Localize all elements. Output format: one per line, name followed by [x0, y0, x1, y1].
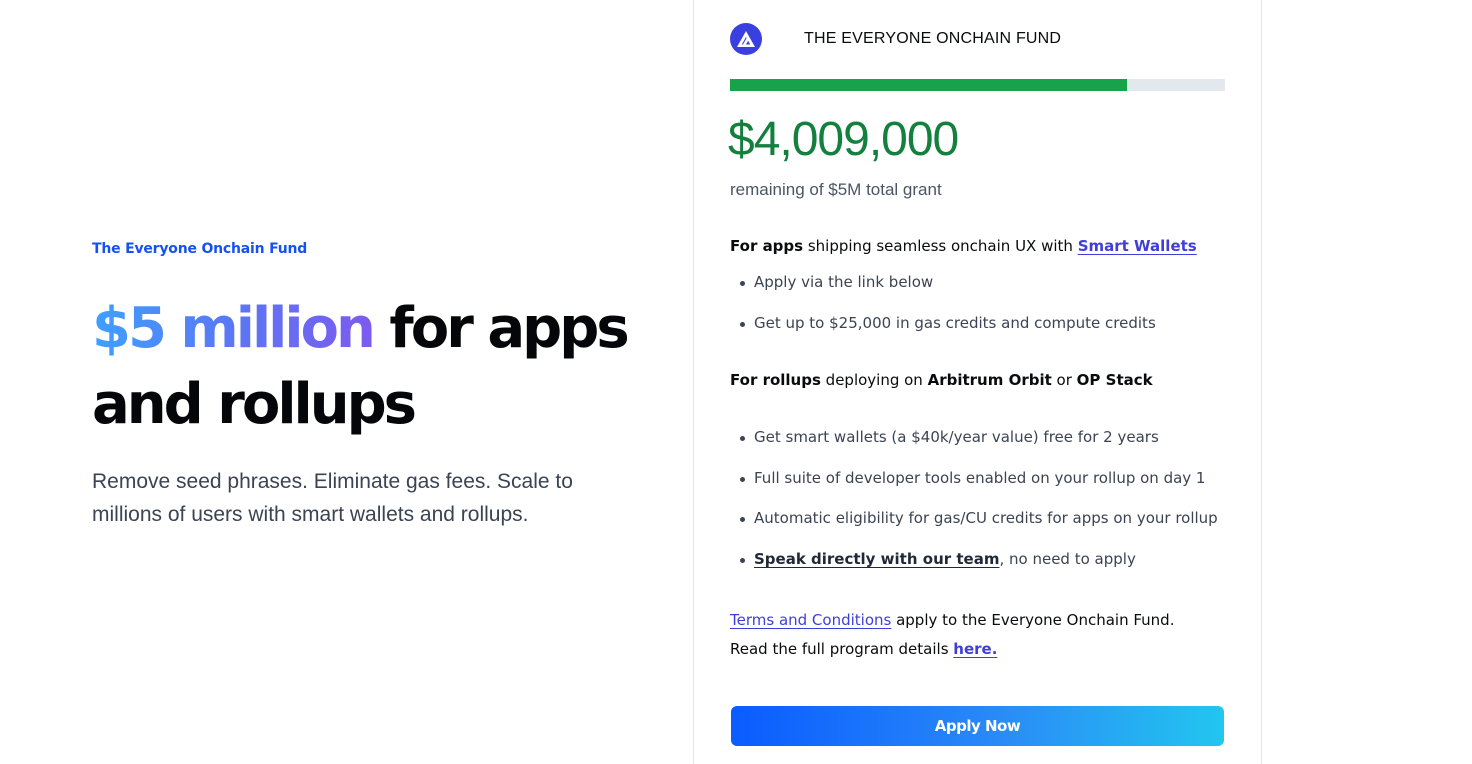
- terms-line: Terms and Conditions apply to the Everyo…: [730, 606, 1174, 635]
- rollups-bullet-4-rest: , no need to apply: [999, 550, 1136, 568]
- apps-heading: For apps shipping seamless onchain UX wi…: [730, 237, 1197, 255]
- op-stack-label: OP Stack: [1076, 371, 1153, 389]
- bullet-dot: [740, 517, 745, 522]
- speak-with-team-link[interactable]: Speak directly with our team: [754, 550, 999, 568]
- hero-section: The Everyone Onchain Fund $5 million for…: [92, 0, 652, 764]
- bullet-dot: [740, 558, 745, 563]
- apply-now-button[interactable]: Apply Now: [731, 706, 1224, 746]
- fund-card: THE EVERYONE ONCHAIN FUND $4,009,000 rem…: [693, 0, 1262, 764]
- hero-headline: $5 million for apps and rollups: [92, 291, 652, 443]
- rollups-bullet-2: Full suite of developer tools enabled on…: [754, 469, 1206, 487]
- rollups-bullet-4: Speak directly with our team, no need to…: [754, 550, 1136, 568]
- fund-title: THE EVERYONE ONCHAIN FUND: [804, 30, 1062, 47]
- headline-highlight: $5 million: [92, 296, 376, 361]
- hero-eyebrow: The Everyone Onchain Fund: [92, 241, 308, 257]
- terms-link[interactable]: Terms and Conditions: [730, 611, 891, 629]
- rollups-heading: For rollups deploying on Arbitrum Orbit …: [730, 371, 1153, 389]
- apps-bullet-1: Apply via the link below: [754, 273, 934, 291]
- arbitrum-orbit-label: Arbitrum Orbit: [927, 371, 1052, 389]
- smart-wallets-link[interactable]: Smart Wallets: [1078, 237, 1197, 255]
- amount-caption: remaining of $5M total grant: [730, 180, 942, 199]
- details-text: Read the full program details: [730, 640, 954, 658]
- rollups-bullet-1: Get smart wallets (a $40k/year value) fr…: [754, 428, 1159, 446]
- apps-lead-bold: For apps: [730, 237, 804, 255]
- grant-progress-fill: [730, 79, 1127, 91]
- bullet-dot: [740, 281, 745, 286]
- triangle-logo-icon: [730, 23, 762, 55]
- remaining-amount: $4,009,000: [728, 113, 959, 166]
- bullet-dot: [740, 477, 745, 482]
- rollups-lead-text: deploying on: [820, 371, 928, 389]
- hero-subtext: Remove seed phrases. Eliminate gas fees.…: [92, 470, 573, 526]
- apps-lead-text: shipping seamless onchain UX with: [803, 237, 1078, 255]
- rollups-or: or: [1051, 371, 1077, 389]
- terms-rest: apply to the Everyone Onchain Fund.: [891, 611, 1175, 629]
- rollups-lead-bold: For rollups: [730, 371, 821, 389]
- rollups-bullet-3: Automatic eligibility for gas/CU credits…: [754, 509, 1218, 527]
- details-here-link[interactable]: here.: [953, 640, 997, 658]
- terms-block: Terms and Conditions apply to the Everyo…: [730, 606, 1174, 664]
- grant-progress-bar: [730, 79, 1225, 91]
- bullet-dot: [740, 436, 745, 441]
- bullet-dot: [740, 322, 745, 327]
- apps-bullet-2: Get up to $25,000 in gas credits and com…: [754, 314, 1156, 332]
- details-line: Read the full program details here.: [730, 635, 1174, 664]
